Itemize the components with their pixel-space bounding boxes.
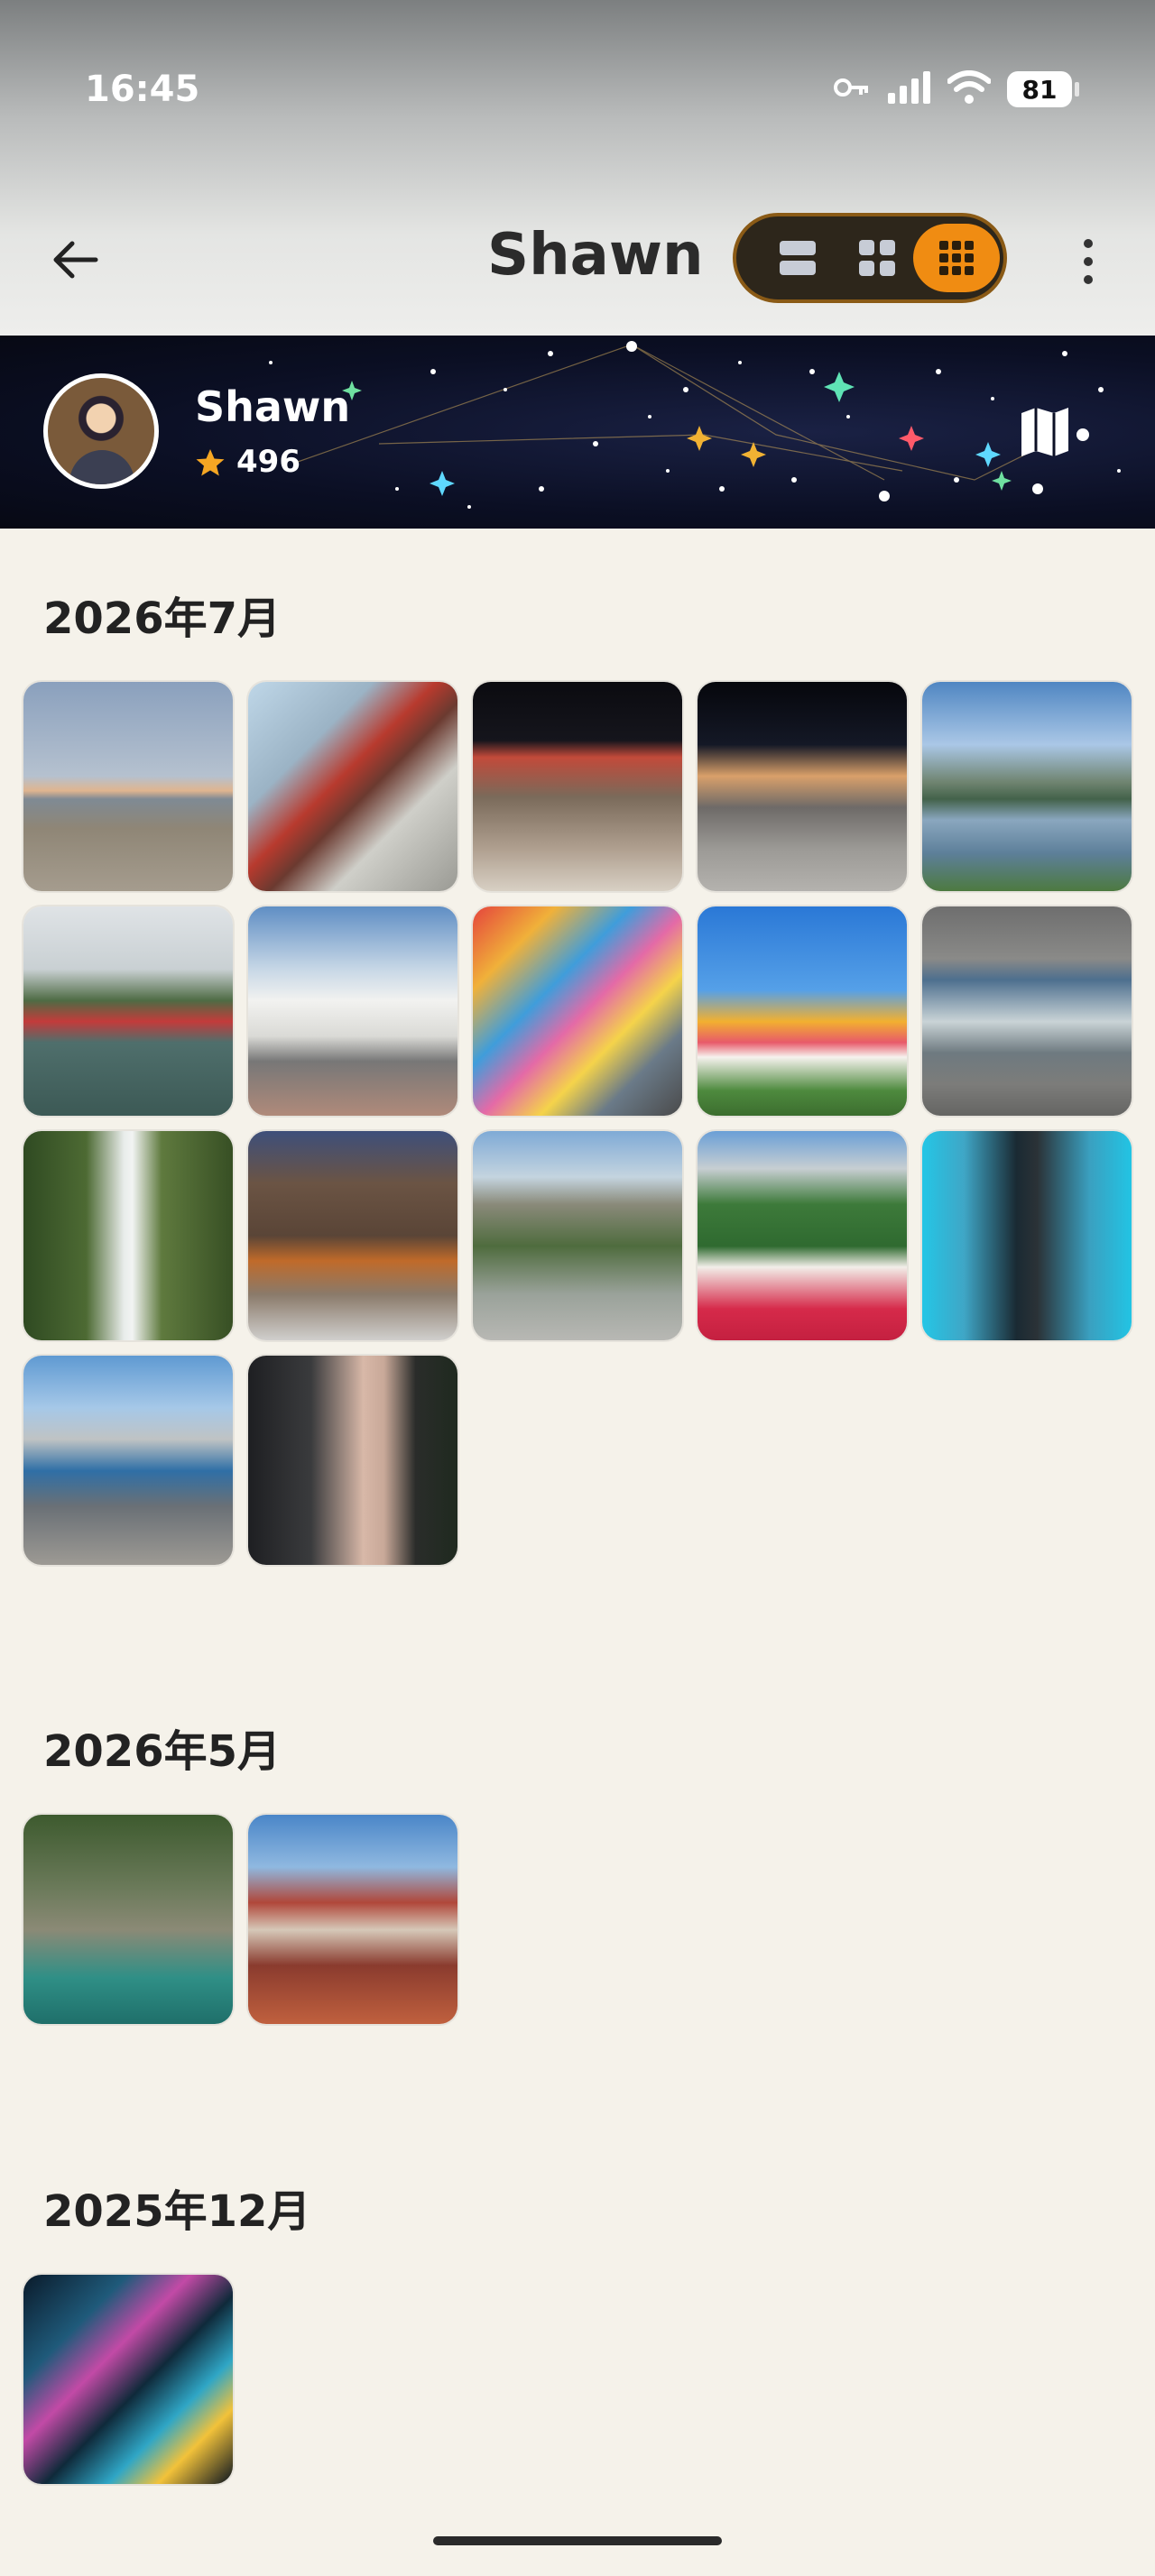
photo-thumb[interactable] — [248, 682, 457, 891]
status-icons: 81 — [834, 70, 1079, 108]
photo-thumb[interactable] — [698, 1131, 907, 1340]
profile-name: Shawn — [195, 382, 351, 431]
photo-thumb[interactable] — [698, 906, 907, 1116]
photo-thumb[interactable] — [473, 1131, 682, 1340]
arrow-left-icon — [53, 241, 98, 279]
photo-thumb[interactable] — [23, 2275, 233, 2484]
more-options-button[interactable] — [1070, 235, 1106, 289]
photo-thumb[interactable] — [698, 682, 907, 891]
page-title: Shawn — [487, 222, 704, 289]
signal-icon — [886, 71, 931, 107]
battery-icon: 81 — [1007, 71, 1079, 107]
home-indicator[interactable] — [433, 2536, 722, 2545]
grid-3-view-button[interactable] — [913, 224, 1000, 292]
grid-3-view-icon — [939, 241, 974, 275]
avatar[interactable] — [43, 373, 159, 489]
photo-thumb[interactable] — [23, 1815, 233, 2024]
section-title-2026-07: 2026年7月 — [43, 593, 281, 644]
view-mode-toggle — [733, 213, 1007, 303]
photo-thumb[interactable] — [922, 682, 1132, 891]
photo-thumb[interactable] — [248, 1815, 457, 2024]
section-title-2025-12: 2025年12月 — [43, 2186, 311, 2237]
photo-thumb[interactable] — [248, 906, 457, 1116]
photo-thumb[interactable] — [473, 682, 682, 891]
back-button[interactable] — [47, 231, 105, 289]
star-icon — [196, 449, 225, 476]
more-vertical-icon — [1084, 239, 1093, 284]
photo-thumb[interactable] — [248, 1131, 457, 1340]
photo-thumb[interactable] — [922, 906, 1132, 1116]
key-icon — [834, 75, 870, 104]
wifi-icon — [947, 70, 992, 108]
status-time: 16:45 — [85, 69, 200, 110]
photo-thumb[interactable] — [23, 906, 233, 1116]
profile-banner: Shawn 496 — [0, 336, 1155, 529]
photo-thumb[interactable] — [922, 1131, 1132, 1340]
photo-thumb[interactable] — [248, 1356, 457, 1565]
list-view-icon — [780, 241, 816, 275]
photo-thumb[interactable] — [23, 682, 233, 891]
grid-2-view-icon — [859, 240, 895, 276]
star-count: 496 — [236, 444, 300, 480]
section-title-2026-05: 2026年5月 — [43, 1726, 281, 1777]
photo-thumb[interactable] — [473, 906, 682, 1116]
map-button[interactable] — [1018, 406, 1072, 458]
battery-level: 81 — [1021, 74, 1058, 105]
constellation-background — [269, 341, 1121, 509]
grid-2-view-button[interactable] — [834, 224, 920, 292]
photo-thumb[interactable] — [23, 1356, 233, 1565]
avatar-figure — [69, 450, 134, 484]
map-icon — [1021, 408, 1068, 456]
list-view-button[interactable] — [754, 224, 841, 292]
photo-thumb[interactable] — [23, 1131, 233, 1340]
